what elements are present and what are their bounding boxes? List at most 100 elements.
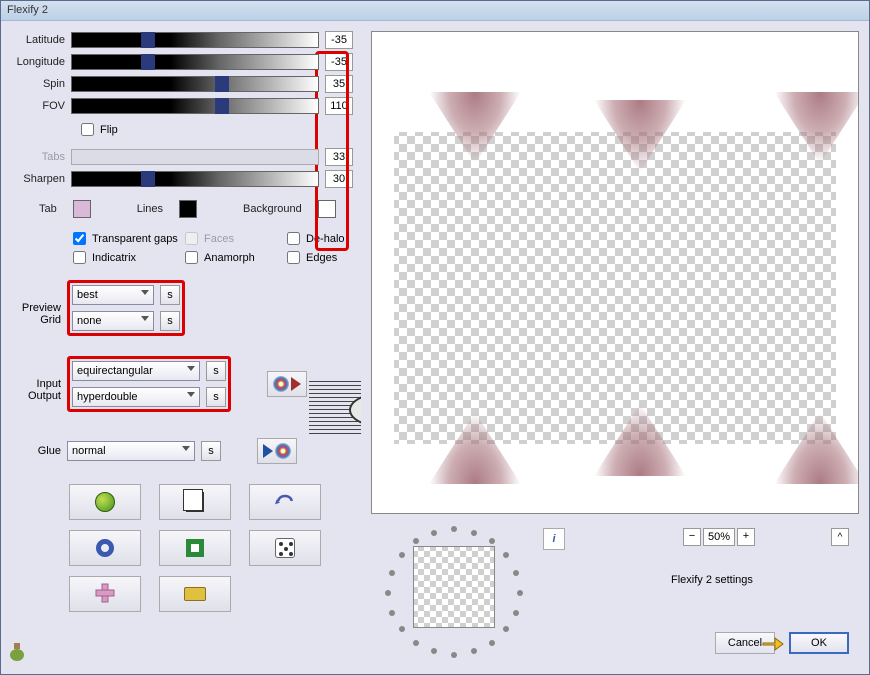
fov-label: FOV: [9, 100, 65, 112]
preview-shape: [429, 412, 521, 484]
undo-icon: [275, 493, 295, 512]
longitude-value[interactable]: -35: [325, 53, 353, 71]
preview-s-button[interactable]: s: [160, 285, 180, 305]
titlebar: Flexify 2: [1, 1, 869, 21]
donut-button[interactable]: [69, 530, 141, 566]
background-color-swatch[interactable]: [318, 200, 336, 218]
edges-label: Edges: [306, 252, 337, 264]
highlight-preview-grid: best s none s: [67, 280, 185, 336]
flip-label: Flip: [100, 124, 118, 136]
glue-s-button[interactable]: s: [201, 441, 221, 461]
lines-color-swatch[interactable]: [179, 200, 197, 218]
edges-checkbox[interactable]: [287, 251, 300, 264]
longitude-label: Longitude: [9, 56, 65, 68]
record-play-button[interactable]: [267, 371, 307, 397]
dice-button[interactable]: [249, 530, 321, 566]
output-s-button[interactable]: s: [206, 387, 226, 407]
spin-value[interactable]: 35: [325, 75, 353, 93]
thumbnail[interactable]: [413, 546, 495, 628]
undo-button[interactable]: [249, 484, 321, 520]
globe-icon: [95, 492, 115, 512]
background-color-label: Background: [243, 203, 302, 215]
input-combo-label: Input: [9, 378, 61, 390]
bottom-bar: i − 50% + ^ Flexify 2 settings Cancel OK: [371, 514, 859, 664]
donut-icon: [96, 539, 114, 557]
fov-value[interactable]: 110: [325, 97, 353, 115]
latitude-slider[interactable]: [71, 32, 319, 48]
indicatrix-checkbox[interactable]: [73, 251, 86, 264]
preview-combo-label: Preview: [9, 302, 61, 314]
transparent-gaps-label: Transparent gaps: [92, 233, 178, 245]
zoom-in-button[interactable]: +: [737, 528, 755, 546]
glue-combo-label: Glue: [9, 445, 61, 457]
cd-icon: [273, 376, 289, 392]
tabs-value[interactable]: 33: [325, 148, 353, 166]
tab-color-swatch[interactable]: [73, 200, 91, 218]
plus-icon: [94, 582, 116, 607]
dehalo-label: De-halo: [306, 233, 345, 245]
chevron-down-icon: [141, 290, 149, 295]
chevron-down-icon: [141, 316, 149, 321]
grid-combo[interactable]: none: [72, 311, 154, 331]
input-combo[interactable]: equirectangular: [72, 361, 200, 381]
glue-combo[interactable]: normal: [67, 441, 195, 461]
dehalo-checkbox[interactable]: [287, 232, 300, 245]
input-s-button[interactable]: s: [206, 361, 226, 381]
highlight-input-output: equirectangular s hyperdouble s: [67, 356, 231, 412]
zoom-value[interactable]: 50%: [703, 528, 735, 546]
flip-checkbox[interactable]: [81, 123, 94, 136]
play-icon: [291, 377, 301, 391]
thumbnail-ring: [379, 524, 529, 654]
spin-slider[interactable]: [71, 76, 319, 92]
preview-canvas[interactable]: [371, 31, 859, 514]
square-button[interactable]: [159, 530, 231, 566]
pointer-hand-icon: [761, 634, 785, 652]
tab-color-label: Tab: [39, 203, 57, 215]
grid-s-button[interactable]: s: [160, 311, 180, 331]
latitude-value[interactable]: -35: [325, 31, 353, 49]
jar-button[interactable]: [9, 641, 25, 664]
output-combo[interactable]: hyperdouble: [72, 387, 200, 407]
ok-button[interactable]: OK: [789, 632, 849, 654]
transparent-gaps-checkbox[interactable]: [73, 232, 86, 245]
plus-button[interactable]: [69, 576, 141, 612]
controls-panel: Latitude -35 Longitude -35 Spin 35 FOV 1…: [1, 21, 361, 674]
tabs-slider: [71, 149, 319, 165]
anamorph-label: Anamorph: [204, 252, 255, 264]
copy-icon: [186, 492, 204, 512]
sharpen-slider[interactable]: [71, 171, 319, 187]
info-button[interactable]: i: [543, 528, 565, 550]
flexify-window: Flexify 2 Latitude -35 Longitude -35 Spi…: [0, 0, 870, 675]
preview-panel: i − 50% + ^ Flexify 2 settings Cancel OK: [361, 21, 869, 674]
preview-shape: [594, 100, 686, 172]
square-icon: [186, 539, 204, 557]
brick-button[interactable]: [159, 576, 231, 612]
chevron-down-icon: [187, 392, 195, 397]
globe-button[interactable]: [69, 484, 141, 520]
window-title: Flexify 2: [7, 4, 48, 16]
preview-shape: [429, 92, 521, 164]
sharpen-label: Sharpen: [9, 173, 65, 185]
brick-icon: [184, 587, 206, 601]
indicatrix-label: Indicatrix: [92, 252, 136, 264]
zoom-out-button[interactable]: −: [683, 528, 701, 546]
collapse-button[interactable]: ^: [831, 528, 849, 546]
tabs-label: Tabs: [9, 151, 65, 163]
preview-combo[interactable]: best: [72, 285, 154, 305]
chevron-down-icon: [187, 366, 195, 371]
play-record-button[interactable]: [257, 438, 297, 464]
fov-slider[interactable]: [71, 98, 319, 114]
faces-checkbox: [185, 232, 198, 245]
copy-button[interactable]: [159, 484, 231, 520]
output-combo-label: Output: [9, 390, 61, 402]
spin-label: Spin: [9, 78, 65, 90]
play-icon: [263, 444, 273, 458]
longitude-slider[interactable]: [71, 54, 319, 70]
faces-label: Faces: [204, 233, 234, 245]
cd-icon: [275, 443, 291, 459]
settings-title: Flexify 2 settings: [671, 574, 753, 586]
sharpen-value[interactable]: 30: [325, 170, 353, 188]
preview-transparency: [394, 132, 836, 444]
anamorph-checkbox[interactable]: [185, 251, 198, 264]
preview-shape: [774, 92, 859, 164]
